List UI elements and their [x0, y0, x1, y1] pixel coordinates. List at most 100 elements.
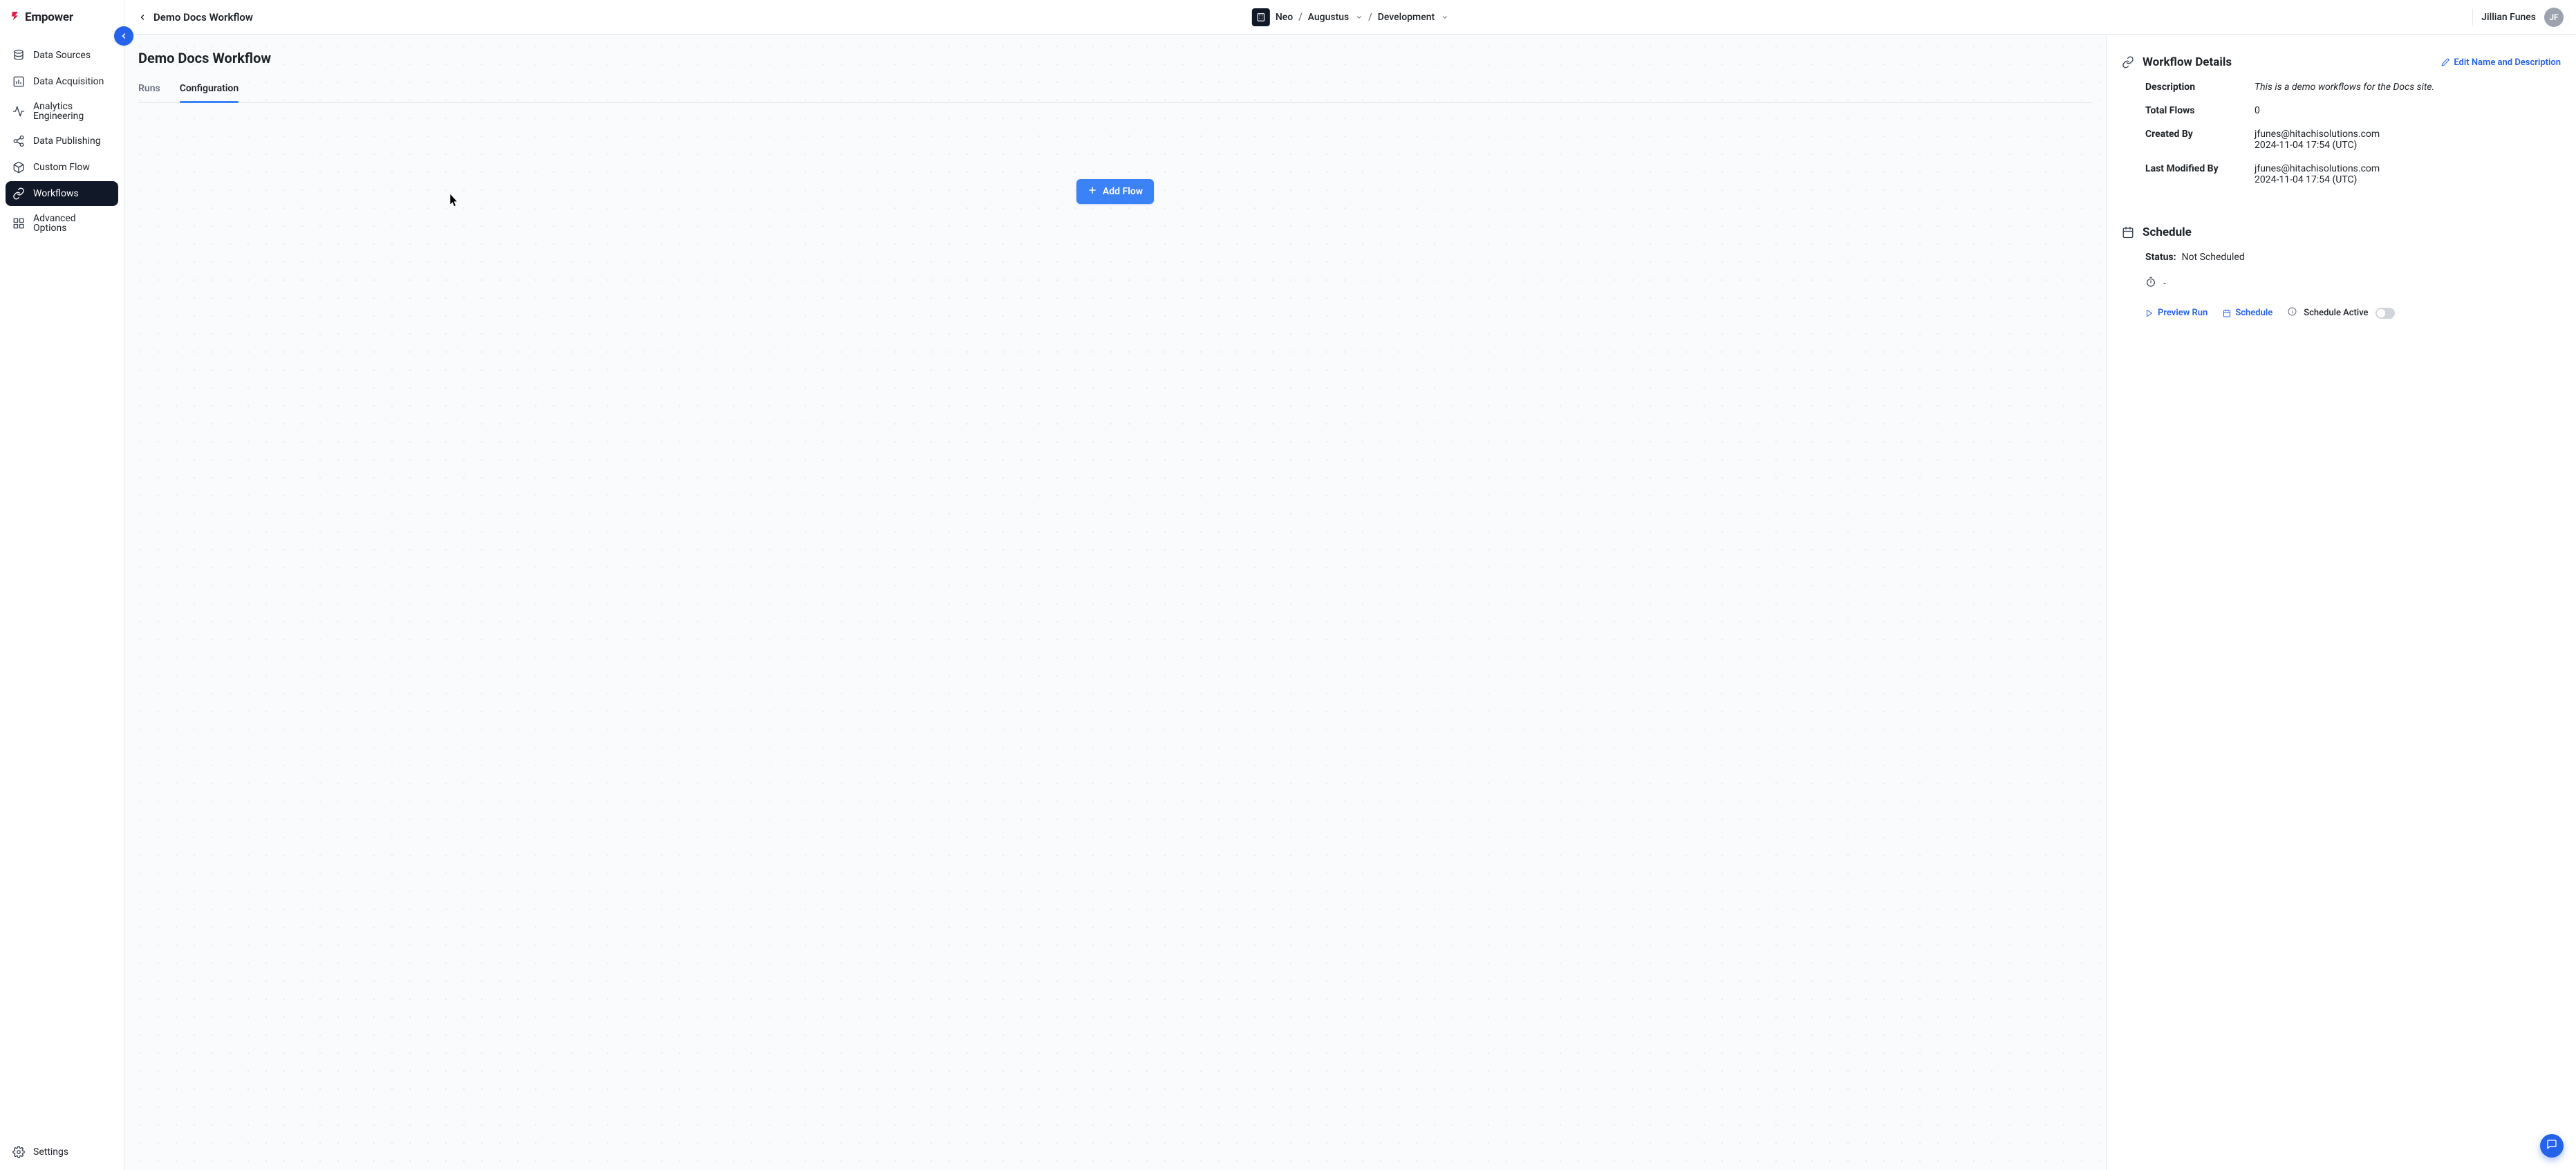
sidebar-item-label: Workflows [33, 189, 79, 198]
header-user: Jillian Funes JF [2472, 8, 2564, 27]
schedule-section: Schedule Status: Not Scheduled - Preview… [2122, 225, 2561, 319]
header: Demo Docs Workflow Neo / Augustus / Deve… [124, 0, 2576, 35]
sidebar-item-data-sources[interactable]: Data Sources [6, 43, 118, 68]
sidebar-item-data-acquisition[interactable]: Data Acquisition [6, 69, 118, 94]
flow-canvas[interactable]: Add Flow [138, 103, 2092, 1156]
edit-name-description-link[interactable]: Edit Name and Description [2441, 57, 2561, 68]
add-flow-label: Add Flow [1103, 186, 1143, 197]
calendar-icon [2122, 226, 2134, 239]
sidebar-item-label: Data Acquisition [33, 77, 104, 86]
sidebar-item-label: Data Publishing [33, 136, 101, 146]
schedule-link-label: Schedule [2235, 308, 2272, 318]
sidebar-item-advanced-options[interactable]: Advanced Options [6, 207, 118, 239]
breadcrumb[interactable]: Demo Docs Workflow [138, 11, 253, 24]
created-by-time: 2024-11-04 17:54 (UTC) [2255, 140, 2561, 151]
preview-run-label: Preview Run [2158, 308, 2208, 318]
plus-icon [1088, 185, 1097, 198]
sidebar-item-analytics-engineering[interactable]: Analytics Engineering [6, 95, 118, 127]
schedule-cron-value: - [2163, 278, 2166, 289]
tabs: Runs Configuration [138, 77, 2092, 103]
sidebar: Data Sources Data Acquisition Analytics … [0, 35, 124, 1170]
sidebar-item-label: Advanced Options [33, 214, 111, 233]
breadcrumb-title: Demo Docs Workflow [153, 11, 253, 24]
schedule-status: Status: Not Scheduled [2122, 252, 2561, 263]
link-icon [2122, 56, 2134, 68]
schedule-status-label: Status: [2145, 252, 2176, 263]
sidebar-item-data-publishing[interactable]: Data Publishing [6, 129, 118, 154]
preview-run-link[interactable]: Preview Run [2145, 308, 2208, 318]
modified-by-user: jfunes@hitachisolutions.com [2255, 163, 2561, 174]
schedule-active-label: Schedule Active [2304, 308, 2368, 318]
workflow-details-header: Workflow Details Edit Name and Descripti… [2122, 55, 2561, 69]
description-label: Description [2145, 82, 2242, 93]
project-dropdown-icon[interactable] [1356, 14, 1363, 21]
sidebar-item-custom-flow[interactable]: Custom Flow [6, 155, 118, 180]
created-by-user: jfunes@hitachisolutions.com [2255, 129, 2561, 140]
total-flows-value: 0 [2255, 105, 2561, 116]
box-icon [12, 161, 25, 174]
mouse-cursor-icon [449, 194, 459, 210]
app-root: Empower Demo Docs Workflow Neo / Augustu… [0, 0, 2576, 1170]
context-switcher: Neo / Augustus / Development [1252, 8, 1448, 26]
schedule-active-group: Schedule Active [2288, 307, 2394, 319]
sidebar-item-label: Settings [33, 1147, 68, 1157]
sidebar-item-label: Data Sources [33, 50, 91, 60]
sidebar-item-settings[interactable]: Settings [6, 1140, 118, 1164]
schedule-active-toggle[interactable] [2376, 308, 2395, 319]
app-name: Empower [25, 10, 73, 24]
logo[interactable]: Empower [0, 0, 124, 35]
edit-link-label: Edit Name and Description [2454, 57, 2561, 68]
workflow-details-title: Workflow Details [2143, 55, 2232, 69]
user-avatar[interactable]: JF [2544, 8, 2564, 27]
sidebar-collapse-button[interactable] [114, 26, 133, 46]
link-icon [12, 187, 25, 200]
tab-label: Configuration [180, 83, 239, 94]
details-pane: Workflow Details Edit Name and Descripti… [2106, 35, 2576, 1170]
header-divider [2472, 9, 2473, 26]
schedule-title: Schedule [2143, 225, 2192, 239]
chat-button[interactable] [2540, 1134, 2564, 1158]
description-value: This is a demo workflows for the Docs si… [2255, 82, 2561, 93]
canvas-pane: Demo Docs Workflow Runs Configuration Ad… [124, 35, 2106, 1170]
env-dropdown-icon[interactable] [1441, 14, 1448, 21]
sidebar-item-workflows[interactable]: Workflows [6, 181, 118, 206]
schedule-header: Schedule [2122, 225, 2561, 239]
tab-configuration[interactable]: Configuration [180, 77, 239, 102]
org-icon[interactable] [1252, 8, 1270, 26]
nav-list: Data Sources Data Acquisition Analytics … [6, 43, 118, 239]
add-flow-button[interactable]: Add Flow [1076, 179, 1154, 204]
sidebar-item-label: Custom Flow [33, 162, 90, 172]
modified-by-time: 2024-11-04 17:54 (UTC) [2255, 174, 2561, 185]
stopwatch-icon [2145, 277, 2156, 290]
grid-icon [12, 217, 25, 230]
breadcrumb-back-icon[interactable] [138, 13, 147, 21]
breadcrumb-separator: / [1298, 12, 1302, 23]
total-flows-label: Total Flows [2145, 105, 2242, 116]
modified-by-value: jfunes@hitachisolutions.com 2024-11-04 1… [2255, 163, 2561, 185]
info-icon[interactable] [2288, 307, 2297, 319]
database-icon [12, 49, 25, 62]
sidebar-item-label: Analytics Engineering [33, 102, 111, 121]
tab-runs[interactable]: Runs [138, 77, 160, 102]
main: Demo Docs Workflow Runs Configuration Ad… [124, 35, 2576, 1170]
user-name[interactable]: Jillian Funes [2481, 12, 2536, 23]
page-title: Demo Docs Workflow [138, 50, 2092, 66]
sidebar-bottom: Settings [6, 1140, 118, 1164]
chat-icon [2546, 1139, 2557, 1153]
schedule-link[interactable]: Schedule [2223, 308, 2272, 318]
breadcrumb-separator: / [1368, 12, 1372, 23]
workflow-details-grid: Description This is a demo workflows for… [2122, 82, 2561, 185]
org-name[interactable]: Neo [1276, 12, 1293, 23]
schedule-actions: Preview Run Schedule Schedule Active [2122, 307, 2561, 319]
schedule-cron: - [2122, 277, 2561, 290]
created-by-value: jfunes@hitachisolutions.com 2024-11-04 1… [2255, 129, 2561, 151]
created-by-label: Created By [2145, 129, 2242, 151]
project-name[interactable]: Augustus [1308, 12, 1350, 23]
activity-icon [12, 105, 25, 118]
tab-label: Runs [138, 83, 160, 94]
share-icon [12, 135, 25, 147]
env-name[interactable]: Development [1378, 12, 1435, 23]
bar-chart-icon [12, 75, 25, 88]
schedule-status-value: Not Scheduled [2182, 252, 2245, 263]
gear-icon [12, 1146, 25, 1158]
